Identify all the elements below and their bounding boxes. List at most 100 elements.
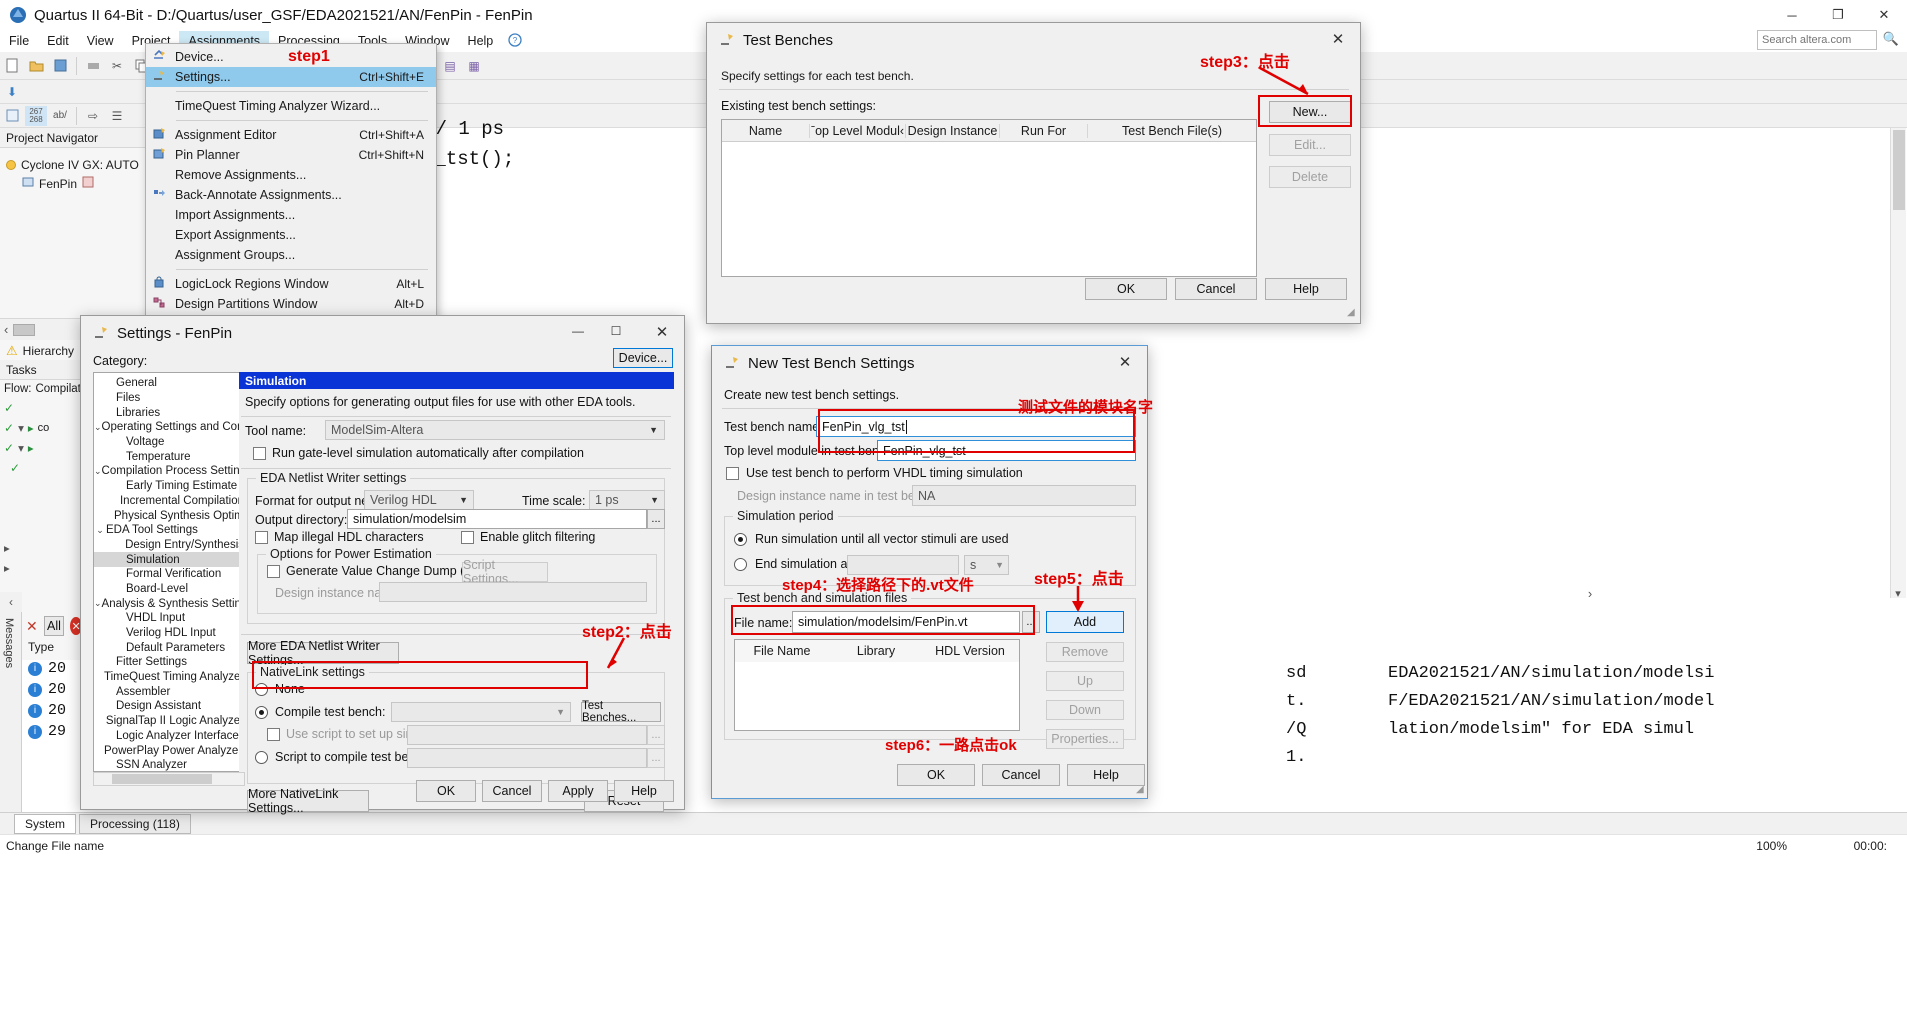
settings-category-item[interactable]: Simulation (94, 552, 244, 567)
script-compile-input[interactable] (407, 748, 647, 768)
line-numbers-icon[interactable]: 267 268 (25, 105, 47, 126)
settings-category-item[interactable]: Logic Analyzer Interface (94, 729, 244, 744)
ab-icon[interactable]: ab/ (49, 106, 71, 126)
menu-edit[interactable]: Edit (38, 31, 78, 51)
end-at-unit-select[interactable]: s ▼ (964, 555, 1009, 575)
settings-ok-button[interactable]: OK (416, 780, 476, 802)
search-icon[interactable]: 🔍 (1883, 31, 1899, 47)
run-until-radio[interactable] (734, 532, 747, 546)
col-test-bench-files[interactable]: Test Bench File(s) (1088, 124, 1256, 138)
remove-file-button[interactable]: Remove (1046, 642, 1124, 662)
settings-category-item[interactable]: ⌄ Analysis & Synthesis Settings (94, 596, 244, 611)
chevron-right-icon[interactable]: ▸ (4, 541, 10, 555)
script-compile-row[interactable]: Script to compile test bench: (255, 750, 432, 764)
open-file-icon[interactable] (25, 56, 47, 76)
settings-category-item[interactable]: Incremental Compilation (94, 494, 244, 509)
close-icon[interactable]: ✕ (1103, 346, 1147, 378)
settings-category-item[interactable]: Early Timing Estimate (94, 479, 244, 494)
minimize-icon[interactable]: — (560, 316, 596, 346)
play-icon[interactable]: ▸ (28, 421, 34, 435)
device-button[interactable]: Device... (613, 348, 673, 368)
new-testbench-help-button[interactable]: Help (1067, 764, 1145, 786)
testbench-name-input[interactable]: FenPin_vlg_tst (816, 416, 1136, 437)
use-vhdl-timing-checkbox[interactable] (726, 466, 739, 480)
menu-item-assignment-editor[interactable]: Assignment Editor Ctrl+Shift+A (146, 125, 436, 145)
settings-category-item[interactable]: Fitter Settings (94, 655, 244, 670)
map-illegal-row[interactable]: Map illegal HDL characters (255, 530, 424, 544)
col-library[interactable]: Library (829, 644, 923, 658)
menu-file[interactable]: File (0, 31, 38, 51)
save-icon[interactable] (49, 56, 71, 76)
delete-testbench-button[interactable]: Delete (1269, 166, 1351, 188)
edit-testbench-button[interactable]: Edit... (1269, 134, 1351, 156)
chevron-down-icon[interactable]: ▾ (18, 421, 24, 435)
move-down-button[interactable]: Down (1046, 700, 1124, 720)
col-top-level-module[interactable]: ˉop Level Modul‹ (810, 123, 906, 138)
close-icon[interactable]: ✕ (640, 316, 684, 348)
settings-category-item[interactable]: Formal Verification (94, 567, 244, 582)
settings-category-item[interactable]: SignalTap II Logic Analyzer (94, 714, 244, 729)
enable-glitch-row[interactable]: Enable glitch filtering (461, 530, 595, 544)
compile-testbench-row[interactable]: Compile test bench: (255, 705, 385, 719)
panel-collapse-left-icon[interactable]: ‹ (0, 592, 22, 612)
file-browse-button[interactable]: ... (1022, 611, 1040, 633)
chevron-down-icon[interactable]: ⌄ (94, 598, 102, 609)
print-icon[interactable] (82, 56, 104, 76)
editor-vertical-scrollbar[interactable] (1890, 128, 1906, 598)
test-benches-button[interactable]: Test Benches... (581, 700, 661, 724)
script-settings-button[interactable]: Script Settings... (462, 558, 548, 586)
menu-view[interactable]: View (78, 31, 123, 51)
project-entity-row[interactable]: FenPin (6, 174, 163, 193)
settings-apply-button[interactable]: Apply (548, 780, 608, 802)
close-icon[interactable]: ✕ (1316, 23, 1360, 55)
run-until-row[interactable]: Run simulation until all vector stimuli … (734, 532, 1009, 546)
cut-icon[interactable]: ✂ (106, 56, 128, 76)
compile-testbench-radio[interactable] (255, 705, 268, 719)
resize-grip[interactable]: ◢ (1347, 307, 1359, 319)
end-at-row[interactable]: End simulation at: (734, 557, 854, 571)
minimize-button[interactable]: ─ (1769, 0, 1815, 30)
close-button[interactable]: ✕ (1861, 0, 1907, 30)
ok-button[interactable]: OK (1085, 278, 1167, 300)
maximize-button[interactable]: ❐ (1815, 0, 1861, 30)
col-file-name[interactable]: File Name (735, 644, 829, 658)
new-file-icon[interactable] (1, 56, 23, 76)
output-dir-browse-button[interactable]: ... (647, 509, 665, 529)
new-testbench-ok-button[interactable]: OK (897, 764, 975, 786)
col-name[interactable]: Name (722, 123, 810, 138)
settings-category-item[interactable]: Design Entry/Synthesis (94, 538, 244, 553)
compile-testbench-select[interactable]: ▼ (391, 702, 571, 722)
settings-category-item[interactable]: Board-Level (94, 582, 244, 597)
category-tree-hscrollbar[interactable] (93, 772, 245, 786)
settings-category-item[interactable]: Voltage (94, 435, 244, 450)
rtl-viewer-icon[interactable]: ▦ (463, 56, 485, 76)
download-icon[interactable]: ⬇ (1, 82, 23, 102)
tab-processing[interactable]: Processing (118) (79, 813, 191, 834)
all-filter-button[interactable]: All (43, 616, 65, 636)
cancel-button[interactable]: Cancel (1175, 278, 1257, 300)
collapse-left-icon[interactable]: ‹ (4, 322, 8, 337)
script-compile-browse-button[interactable]: ... (647, 748, 665, 768)
col-run-for[interactable]: Run For (1000, 123, 1088, 138)
use-script-browse-button[interactable]: ... (647, 725, 665, 745)
map-illegal-checkbox[interactable] (255, 530, 268, 544)
more-eda-settings-button[interactable]: More EDA Netlist Writer Settings... (247, 639, 399, 667)
menu-item-remove-assignments[interactable]: Remove Assignments... (146, 165, 436, 185)
settings-category-item[interactable]: ⌄Operating Settings and Conditions (94, 420, 244, 435)
search-input[interactable] (1757, 30, 1877, 50)
settings-category-tree[interactable]: General Files Libraries ⌄ Operating Settings… (93, 372, 245, 772)
settings-category-item[interactable]: Default Parameters (94, 640, 244, 655)
list-icon[interactable]: ☰ (106, 106, 128, 126)
more-nativelink-button[interactable]: More NativeLink Settings... (247, 787, 369, 815)
settings-category-item[interactable]: SSN Analyzer (94, 758, 244, 771)
run-gate-level-checkbox[interactable] (253, 446, 266, 460)
settings-category-item[interactable]: Libraries (94, 405, 244, 420)
settings-category-item[interactable]: Files (94, 391, 244, 406)
testbench-files-table[interactable]: File Name Library HDL Version (734, 639, 1020, 731)
settings-category-item[interactable]: Assembler (94, 684, 244, 699)
project-device-row[interactable]: Cyclone IV GX: AUTO (6, 156, 163, 174)
indent-icon[interactable]: ⇨ (82, 106, 104, 126)
run-gate-level-checkbox-row[interactable]: Run gate-level simulation automatically … (253, 446, 584, 460)
settings-category-item[interactable]: TimeQuest Timing Analyzer (94, 670, 244, 685)
settings-category-item[interactable]: General (94, 376, 244, 391)
